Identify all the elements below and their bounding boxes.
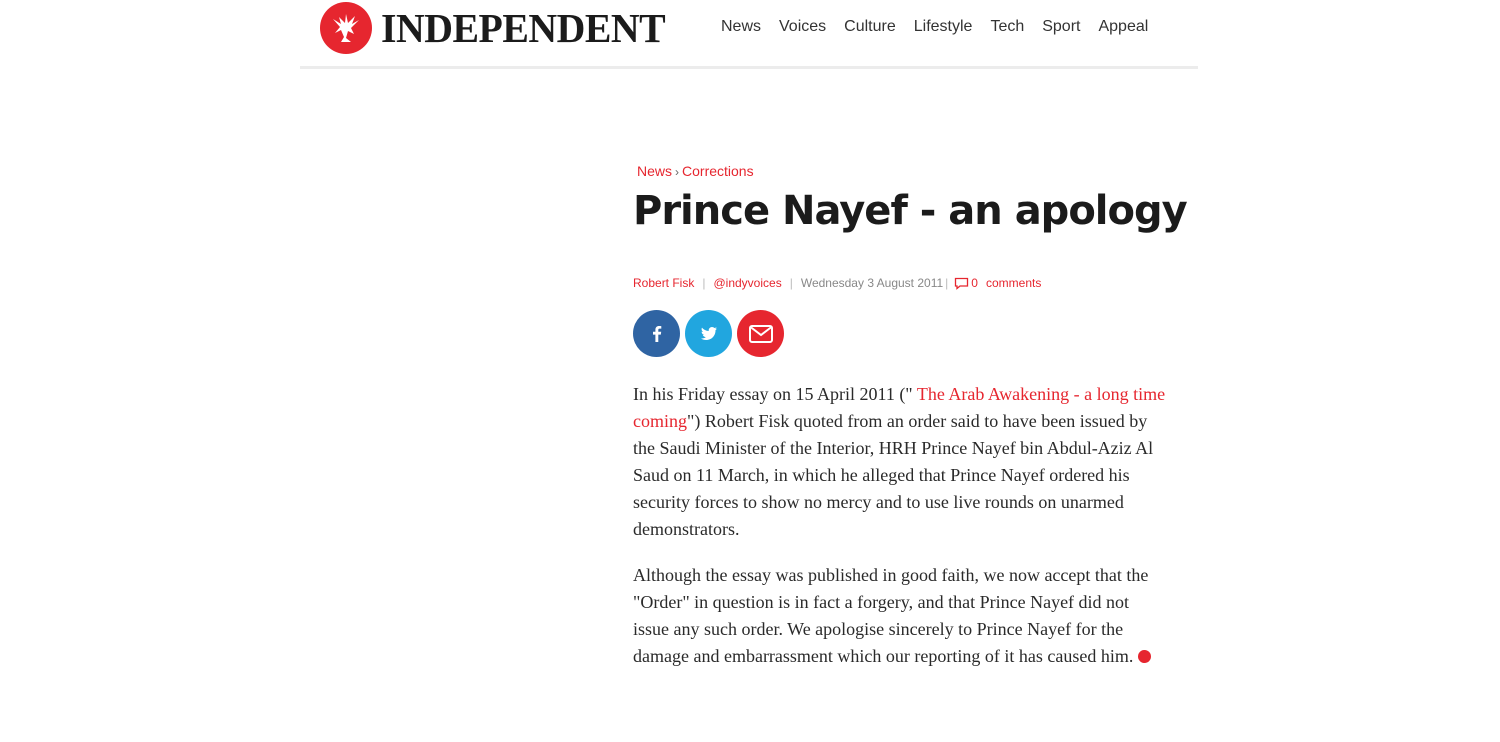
- article-body: In his Friday essay on 15 April 2011 (" …: [633, 381, 1168, 670]
- share-buttons: [633, 310, 1173, 357]
- share-email-button[interactable]: [737, 310, 784, 357]
- breadcrumb-separator: ›: [675, 165, 680, 179]
- comments-label: comments: [985, 276, 1042, 290]
- nav-item-voices[interactable]: Voices: [779, 16, 826, 38]
- meta-divider: |: [702, 276, 706, 290]
- paragraph-lead: In his Friday essay on 15 April 2011 (": [633, 384, 913, 404]
- meta-divider: |: [945, 276, 949, 290]
- breadcrumb-corrections-link[interactable]: Corrections: [682, 163, 754, 179]
- publish-date: Wednesday 3 August 2011: [800, 276, 944, 290]
- breadcrumb: News › Corrections: [637, 160, 1173, 183]
- twitter-handle-link[interactable]: @indyvoices: [713, 274, 781, 292]
- article-paragraph: Although the essay was published in good…: [633, 562, 1168, 670]
- share-twitter-button[interactable]: [685, 310, 732, 357]
- site-logo[interactable]: INDEPENDENT: [320, 2, 674, 54]
- paragraph-rest: ") Robert Fisk quoted from an order said…: [633, 411, 1154, 539]
- paragraph-text: Although the essay was published in good…: [633, 565, 1149, 666]
- brand-wordmark: INDEPENDENT: [381, 5, 666, 51]
- site-header: INDEPENDENT News Voices Culture Lifestyl…: [300, 0, 1198, 69]
- nav-item-lifestyle[interactable]: Lifestyle: [914, 16, 973, 38]
- comment-count: 0: [971, 276, 978, 290]
- article-paragraph: In his Friday essay on 15 April 2011 (" …: [633, 381, 1168, 543]
- comment-bubble-icon: [955, 277, 969, 290]
- article-meta: Robert Fisk | @indyvoices | Wednesday 3 …: [633, 274, 1173, 292]
- meta-divider: |: [789, 276, 793, 290]
- share-facebook-button[interactable]: [633, 310, 680, 357]
- main-nav: News Voices Culture Lifestyle Tech Sport…: [721, 16, 1166, 38]
- email-icon: [748, 324, 773, 343]
- breadcrumb-news-link[interactable]: News: [637, 163, 672, 179]
- article-title: Prince Nayef - an apology: [633, 188, 1188, 234]
- nav-item-culture[interactable]: Culture: [844, 16, 896, 38]
- article-end-dot-icon: [1138, 650, 1152, 663]
- eagle-logo-icon: [320, 2, 372, 54]
- article: News › Corrections Prince Nayef - an apolo…: [633, 160, 1188, 689]
- facebook-icon: [652, 325, 661, 342]
- author-link[interactable]: Robert Fisk: [633, 274, 694, 292]
- twitter-icon: [700, 326, 717, 340]
- comments-link[interactable]: 0 comments: [954, 274, 1041, 292]
- nav-item-news[interactable]: News: [721, 16, 761, 38]
- nav-item-tech[interactable]: Tech: [990, 16, 1024, 38]
- nav-item-appeal[interactable]: Appeal: [1098, 16, 1148, 38]
- nav-item-sport[interactable]: Sport: [1042, 16, 1080, 38]
